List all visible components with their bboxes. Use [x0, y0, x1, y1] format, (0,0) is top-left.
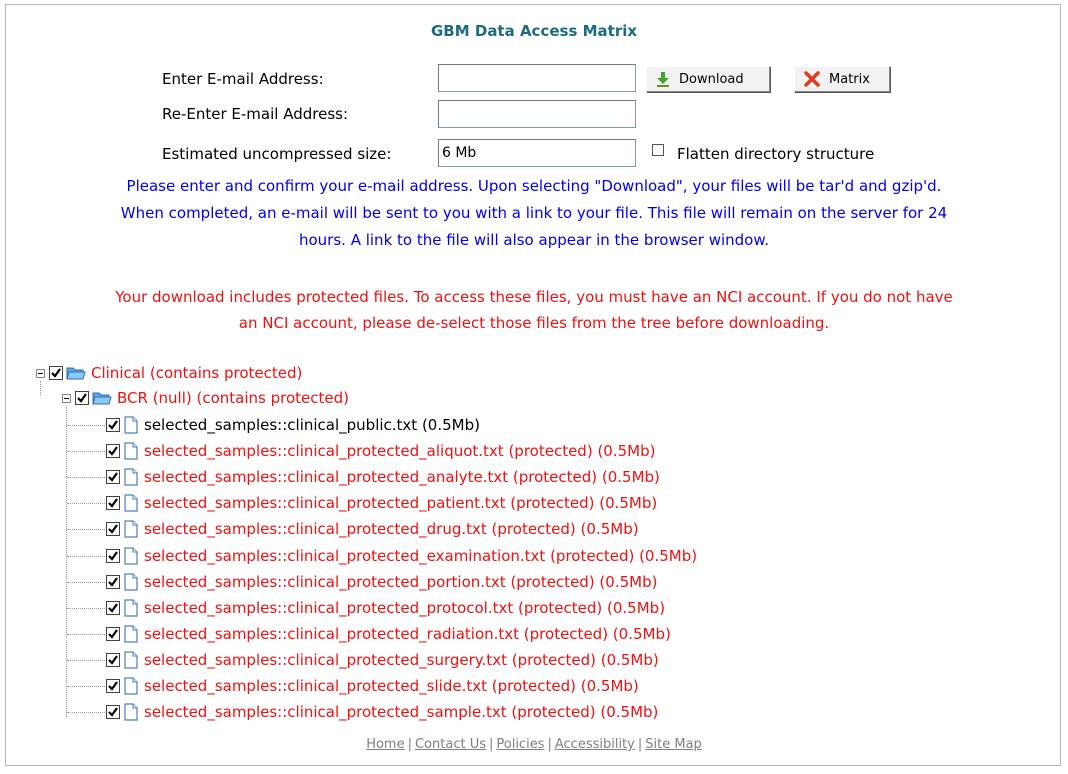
warning-line-2: an NCI account, please de-select those f… — [238, 314, 830, 332]
file-icon — [124, 494, 138, 512]
tree-file-item[interactable]: selected_samples::clinical_protected_pro… — [106, 595, 665, 621]
checkbox-checked-icon[interactable] — [106, 653, 120, 667]
file-icon — [124, 651, 138, 669]
file-icon — [124, 416, 138, 434]
file-label: selected_samples::clinical_protected_ali… — [144, 442, 656, 460]
download-arrow-icon — [657, 72, 669, 87]
footer-link-contact-us[interactable]: Contact Us — [415, 737, 486, 752]
tree-connector — [67, 712, 105, 713]
collapse-toggle-icon[interactable] — [62, 393, 71, 403]
file-label: selected_samples::clinical_protected_pat… — [144, 494, 658, 512]
footer-link-policies[interactable]: Policies — [496, 737, 544, 752]
tree-file-item[interactable]: selected_samples::clinical_protected_rad… — [106, 621, 671, 647]
checkbox-checked-icon[interactable] — [49, 366, 63, 380]
tree-node-bcr[interactable]: BCR (null) (contains protected) — [62, 385, 349, 411]
tree-file-item[interactable]: selected_samples::clinical_protected_dru… — [106, 516, 639, 542]
file-icon — [124, 442, 138, 460]
file-icon — [124, 703, 138, 721]
file-label: selected_samples::clinical_protected_por… — [144, 573, 658, 591]
file-icon — [124, 677, 138, 695]
checkbox-checked-icon[interactable] — [106, 575, 120, 589]
file-label: selected_samples::clinical_protected_sam… — [144, 703, 659, 721]
checkbox-checked-icon[interactable] — [106, 549, 120, 563]
tree-connector — [67, 608, 105, 609]
collapse-toggle-icon[interactable] — [36, 368, 45, 378]
page-title: GBM Data Access Matrix — [430, 22, 638, 40]
email-field[interactable] — [438, 64, 636, 92]
download-button[interactable]: Download — [646, 66, 770, 92]
footer-links: Home | Contact Us | Policies | Accessibility | S… — [366, 737, 702, 752]
tree-file-item[interactable]: selected_samples::clinical_protected_ali… — [106, 438, 655, 464]
tree-file-item[interactable]: selected_samples::clinical_protected_exa… — [106, 543, 697, 569]
checkbox-checked-icon[interactable] — [75, 391, 89, 405]
folder-open-icon — [92, 392, 112, 405]
file-label: selected_samples::clinical_protected_sli… — [144, 677, 639, 695]
file-icon — [124, 520, 138, 538]
close-x-icon — [804, 71, 820, 87]
checkbox-checked-icon[interactable] — [106, 444, 120, 458]
reenter-email-label: Re-Enter E-mail Address: — [162, 105, 349, 123]
checkbox-checked-icon[interactable] — [106, 418, 120, 432]
info-line-1: Please enter and confirm your e-mail add… — [126, 177, 942, 195]
file-icon — [124, 573, 138, 591]
tree-file-item[interactable]: selected_samples::clinical_protected_pat… — [106, 490, 657, 516]
checkbox-checked-icon[interactable] — [106, 705, 120, 719]
file-label: selected_samples::clinical_public.txt (0… — [144, 416, 480, 434]
tree-connector — [67, 582, 105, 583]
warning-line-1: Your download includes protected files. … — [115, 288, 953, 306]
tree-connector — [67, 503, 105, 504]
tree-file-item[interactable]: selected_samples::clinical_protected_sli… — [106, 673, 639, 699]
file-icon — [124, 599, 138, 617]
reenter-email-field[interactable] — [438, 100, 636, 128]
folder-open-icon — [66, 367, 86, 380]
tree-connector — [67, 451, 105, 452]
tree-file-item[interactable]: selected_samples::clinical_public.txt (0… — [106, 412, 480, 438]
tree-node-clinical[interactable]: Clinical (contains protected) — [36, 360, 302, 386]
flatten-label: Flatten directory structure — [677, 145, 875, 163]
file-icon — [124, 547, 138, 565]
matrix-button-label: Matrix — [829, 71, 870, 87]
file-label: selected_samples::clinical_protected_sur… — [144, 651, 659, 669]
file-label: selected_samples::clinical_protected_pro… — [144, 599, 666, 617]
estimated-size-label: Estimated uncompressed size: — [162, 145, 392, 163]
email-label: Enter E-mail Address: — [162, 70, 324, 88]
download-button-label: Download — [679, 71, 744, 87]
checkbox-checked-icon[interactable] — [106, 522, 120, 536]
checkbox-checked-icon[interactable] — [106, 601, 120, 615]
flatten-checkbox[interactable] — [652, 144, 664, 156]
tree-connector — [67, 660, 105, 661]
checkbox-checked-icon[interactable] — [106, 627, 120, 641]
footer-link-site-map[interactable]: Site Map — [645, 737, 702, 752]
checkbox-checked-icon[interactable] — [106, 470, 120, 484]
tree-file-item[interactable]: selected_samples::clinical_protected_sam… — [106, 699, 658, 725]
checkbox-checked-icon[interactable] — [106, 496, 120, 510]
info-line-2: When completed, an e-mail will be sent t… — [120, 204, 948, 222]
file-icon — [124, 468, 138, 486]
tree-node-label: Clinical (contains protected) — [91, 364, 303, 382]
checkbox-checked-icon[interactable] — [106, 679, 120, 693]
file-label: selected_samples::clinical_protected_dru… — [144, 520, 639, 538]
tree-connector — [67, 686, 105, 687]
file-label: selected_samples::clinical_protected_exa… — [144, 547, 698, 565]
file-icon — [124, 625, 138, 643]
matrix-button[interactable]: Matrix — [794, 66, 890, 92]
file-label: selected_samples::clinical_protected_ana… — [144, 468, 660, 486]
tree-connector — [67, 425, 105, 426]
footer-link-accessibility[interactable]: Accessibility — [555, 737, 635, 752]
footer-link-home[interactable]: Home — [366, 737, 404, 752]
tree-connector — [67, 634, 105, 635]
tree-connector — [67, 477, 105, 478]
info-line-3: hours. A link to the file will also appe… — [298, 231, 770, 249]
tree-connector — [67, 529, 105, 530]
tree-connector — [67, 556, 105, 557]
file-label: selected_samples::clinical_protected_rad… — [144, 625, 671, 643]
tree-file-item[interactable]: selected_samples::clinical_protected_ana… — [106, 464, 660, 490]
tree-node-label: BCR (null) (contains protected) — [117, 389, 350, 407]
tree-file-item[interactable]: selected_samples::clinical_protected_sur… — [106, 647, 659, 673]
tree-connector — [66, 407, 67, 717]
estimated-size-field — [438, 139, 636, 167]
tree-file-item[interactable]: selected_samples::clinical_protected_por… — [106, 569, 657, 595]
